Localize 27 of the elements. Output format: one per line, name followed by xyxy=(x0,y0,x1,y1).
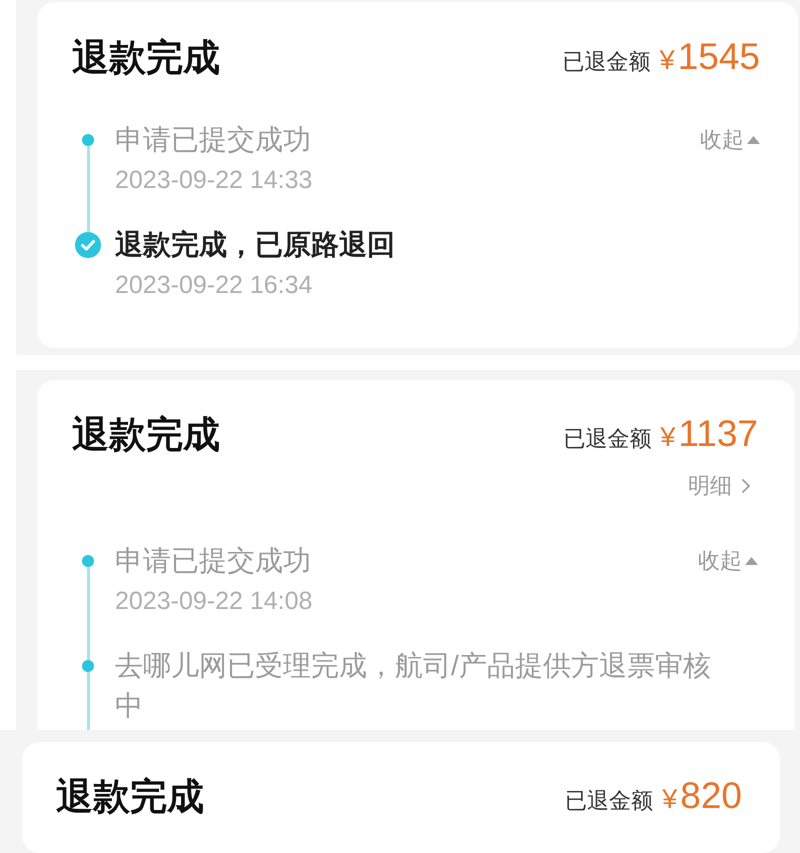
collapse-toggle[interactable]: 收起 xyxy=(700,125,760,155)
caret-up-icon xyxy=(747,136,760,144)
chevron-right-icon xyxy=(742,479,750,493)
refund-amount: ¥820 xyxy=(662,774,742,818)
timeline-step-text: 申请已提交成功 xyxy=(115,123,312,157)
timeline-step-text: 退款完成，已原路退回 xyxy=(115,228,396,262)
refund-status-title: 退款完成 xyxy=(56,775,204,819)
timeline-step-text: 去哪儿网已受理完成，航司/产品提供方退票审核中 xyxy=(115,649,712,723)
timeline-step-text: 申请已提交成功 xyxy=(115,544,312,578)
timeline-dot-icon xyxy=(82,134,94,146)
collapse-toggle[interactable]: 收起 xyxy=(698,546,758,576)
refunded-amount-label: 已退金额 xyxy=(563,424,652,452)
details-link[interactable]: 明细 xyxy=(688,471,750,501)
timeline-line xyxy=(86,672,90,730)
check-circle-icon xyxy=(75,232,101,258)
caret-up-icon xyxy=(745,557,758,565)
refund-status-title: 退款完成 xyxy=(72,36,220,80)
timeline-dot-icon xyxy=(82,555,94,567)
timeline-step-time: 2023-09-22 14:08 xyxy=(115,586,314,617)
refund-amount: ¥1137 xyxy=(660,412,758,456)
refunded-amount-label: 已退金额 xyxy=(565,786,654,814)
refunded-amount-label: 已退金额 xyxy=(562,48,651,76)
refund-status-title: 退款完成 xyxy=(72,413,220,457)
timeline-dot-icon xyxy=(82,660,94,672)
refund-amount: ¥1545 xyxy=(660,34,760,78)
timeline-step-time: 2023-09-22 14:33 xyxy=(115,165,314,196)
timeline-step-time: 2023-09-22 16:34 xyxy=(115,270,314,301)
